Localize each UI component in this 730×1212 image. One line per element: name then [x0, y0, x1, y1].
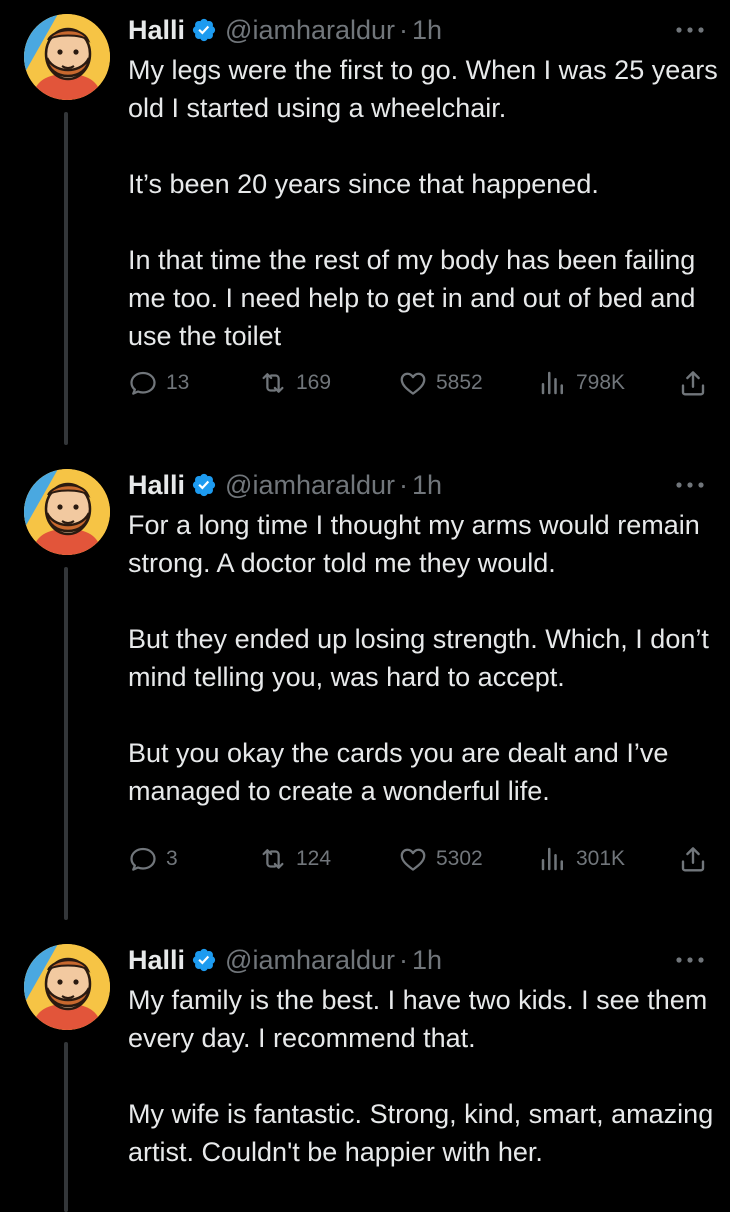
timestamp[interactable]: 1h [412, 12, 442, 48]
share-button[interactable] [678, 363, 716, 403]
thread-line [64, 1042, 68, 1212]
heart-icon [400, 848, 426, 871]
retweet-button[interactable]: 124 [258, 839, 331, 879]
tweet-paragraph: It’s been 20 years since that happened. [128, 169, 599, 199]
separator-dot: · [399, 470, 409, 500]
tweet-paragraph: In that time the rest of my body has bee… [128, 245, 696, 351]
tweet-header: Halli @iamharaldur · 1h [128, 12, 710, 48]
avatar[interactable] [24, 944, 110, 1030]
views-button[interactable]: 301K [538, 839, 625, 879]
tweet[interactable]: Halli @iamharaldur · 1h My legs were the… [0, 0, 730, 455]
tweet-paragraph: For a long time I thought my arms would … [128, 510, 700, 578]
views-chart-icon [541, 371, 563, 395]
more-dots-icon [676, 482, 704, 488]
tweet-paragraph: But you okay the cards you are dealt and… [128, 738, 669, 806]
author-handle[interactable]: @iamharaldur [225, 467, 395, 503]
tweet-paragraph: My wife is fantastic. Strong, kind, smar… [128, 1099, 714, 1167]
tweet-actions: 13 169 5852 798K [128, 363, 718, 403]
verified-badge-icon [192, 948, 216, 972]
separator-dot: · [399, 945, 409, 975]
reply-button[interactable]: 13 [128, 363, 189, 403]
more-dots-icon [676, 957, 704, 963]
more-options-button[interactable] [670, 12, 710, 48]
avatar-illustration-icon [24, 944, 110, 1030]
share-icon [681, 847, 705, 872]
like-button[interactable]: 5852 [398, 363, 483, 403]
retweet-count: 169 [296, 371, 332, 394]
like-count: 5302 [436, 847, 483, 870]
tweet-text: My family is the best. I have two kids. … [128, 981, 718, 1171]
tweet-actions: 3 124 5302 301K [128, 839, 718, 879]
retweet-icon [262, 373, 284, 393]
avatar[interactable] [24, 469, 110, 555]
reply-count: 13 [166, 371, 190, 394]
reply-count: 3 [166, 847, 178, 870]
avatar-illustration-icon [24, 14, 110, 100]
view-count: 798K [576, 371, 626, 394]
separator-dot: · [399, 15, 409, 45]
thread-line [64, 567, 68, 920]
tweet[interactable]: Halli @iamharaldur · 1h For a long time … [0, 455, 730, 930]
views-button[interactable]: 798K [538, 363, 625, 403]
share-icon [681, 371, 705, 396]
tweet-text: My legs were the first to go. When I was… [128, 51, 718, 355]
author-name[interactable]: Halli [128, 467, 185, 503]
verified-badge-icon [192, 18, 216, 42]
view-count: 301K [576, 847, 626, 870]
tweet-paragraph: My family is the best. I have two kids. … [128, 985, 708, 1053]
views-chart-icon [541, 847, 563, 871]
reply-icon [130, 847, 156, 871]
timestamp[interactable]: 1h [412, 467, 442, 503]
verified-badge-icon [192, 473, 216, 497]
retweet-button[interactable]: 169 [258, 363, 331, 403]
reply-button[interactable]: 3 [128, 839, 178, 879]
tweet-paragraph: But they ended up losing strength. Which… [128, 624, 709, 692]
author-handle[interactable]: @iamharaldur [225, 942, 395, 978]
like-count: 5852 [436, 371, 483, 394]
tweet[interactable]: Halli @iamharaldur · 1h My family is the… [0, 930, 730, 1212]
retweet-count: 124 [296, 847, 332, 870]
tweet-paragraph: My legs were the first to go. When I was… [128, 55, 718, 123]
author-name[interactable]: Halli [128, 12, 185, 48]
avatar[interactable] [24, 14, 110, 100]
author-handle[interactable]: @iamharaldur [225, 12, 395, 48]
tweet-header: Halli @iamharaldur · 1h [128, 467, 710, 503]
avatar-illustration-icon [24, 469, 110, 555]
more-options-button[interactable] [670, 467, 710, 503]
more-options-button[interactable] [670, 942, 710, 978]
heart-icon [400, 372, 426, 395]
author-name[interactable]: Halli [128, 942, 185, 978]
thread-line [64, 112, 68, 445]
reply-icon [130, 371, 156, 395]
retweet-icon [262, 849, 284, 869]
tweet-header: Halli @iamharaldur · 1h [128, 942, 710, 978]
more-dots-icon [676, 27, 704, 33]
timestamp[interactable]: 1h [412, 942, 442, 978]
share-button[interactable] [678, 839, 716, 879]
like-button[interactable]: 5302 [398, 839, 483, 879]
tweet-text: For a long time I thought my arms would … [128, 506, 718, 810]
